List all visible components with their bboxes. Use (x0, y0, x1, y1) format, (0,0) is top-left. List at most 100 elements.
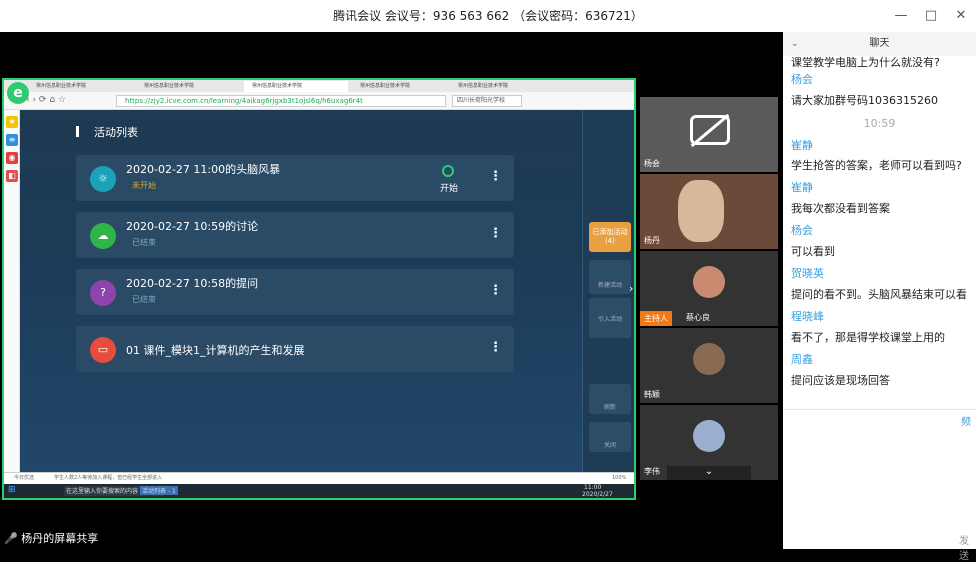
participant-face (678, 180, 724, 242)
status-badge: 已结束 (128, 236, 160, 250)
participant-name: 杨会 (644, 159, 660, 168)
activity-item[interactable]: ☼ 2020-02-27 11:00的头脑风暴 未开始 开始 ⋮ (76, 155, 514, 201)
browser-tab[interactable]: 常州信息职业技术学院 (352, 81, 446, 92)
activity-panel: 活动列表 ☼ 2020-02-27 11:00的头脑风暴 未开始 开始 ⋮ ☁ … (20, 110, 582, 472)
browser-tab[interactable]: 常州信息职业技术学院 (136, 81, 240, 92)
participant-tile[interactable]: 杨丹 (640, 174, 778, 249)
activity-item[interactable]: ? 2020-02-27 10:58的提问 已结束 ⋮ (76, 269, 514, 315)
participant-tile[interactable]: 李伟 ⌄ (640, 405, 778, 480)
participant-tile[interactable]: 杨会 (640, 97, 778, 172)
chat-sender: 程晓峰 (791, 310, 824, 323)
host-badge: 主持人 (640, 311, 672, 326)
avatar (693, 266, 725, 298)
activity-side-panel: 已添加活动 (4) 新建活动 引入活动 › 刷新 关闭 (582, 110, 634, 472)
taskbar-time: 11:00 (584, 484, 602, 491)
start-icon[interactable] (442, 165, 454, 177)
lightbulb-icon: ☼ (90, 166, 116, 192)
windows-taskbar: ⊞ 在这里输入你要搜索的内容 活动列表 - 1 11:00 2020/2/27 (4, 484, 634, 498)
status-badge: 未开始 (128, 179, 160, 193)
chat-message: 我每次都没看到答案 (791, 202, 890, 215)
participant-name: 蔡心良 (686, 313, 710, 322)
zoom-level[interactable]: 100% (612, 473, 626, 484)
browser-sidebar: ★ ≡ ◉ ◧ (4, 110, 20, 472)
avatar (693, 420, 725, 452)
browser-addressbar: ‹ › ⟳ ⌂ ☆ https://zjy2.icve.com.cn/learn… (4, 92, 634, 110)
more-icon[interactable]: ⋮ (489, 169, 502, 184)
import-activity-button[interactable]: 引入活动 (589, 298, 631, 338)
browser-tab[interactable]: 常州信息职业技术学院 (450, 81, 544, 92)
shared-screen: 常州信息职业技术学院 常州信息职业技术学院 常州信息职业技术学院 常州信息职业技… (2, 78, 636, 500)
screen-share-label: 🎤 杨丹的屏幕共享 (4, 530, 98, 546)
start-button[interactable]: 开始 (440, 181, 458, 194)
question-icon: ? (90, 280, 116, 306)
chat-side-link[interactable]: 频 (961, 413, 971, 428)
app-icon[interactable]: ◧ (6, 170, 18, 182)
close-button[interactable]: ✕ (946, 0, 976, 32)
more-icon[interactable]: ⋮ (489, 340, 502, 355)
url-input[interactable]: https://zjy2.icve.com.cn/learning/4aikag… (116, 95, 446, 107)
added-count: (4) (605, 237, 615, 245)
maximize-button[interactable]: □ (916, 0, 946, 32)
chat-message: 学生抢答的答案，老师可以看到吗? (791, 159, 962, 172)
browser-logo-icon: e (7, 82, 29, 104)
microphone-icon: 🎤 (4, 532, 18, 545)
participant-name: 李伟 (644, 467, 660, 476)
weibo-icon[interactable]: ◉ (6, 152, 18, 164)
added-activities-button[interactable]: 已添加活动 (4) (589, 222, 631, 252)
nav-buttons-icon[interactable]: ‹ › ⟳ ⌂ ☆ (26, 95, 66, 105)
taskbar-app-button[interactable]: 活动列表 - 1 (140, 486, 178, 495)
more-icon[interactable]: ⋮ (489, 226, 502, 241)
activity-item[interactable]: ☁ 2020-02-27 10:59的讨论 已结束 ⋮ (76, 212, 514, 258)
close-panel-button[interactable]: 关闭 (589, 422, 631, 452)
browser-search-input[interactable]: 四川长荷阳光学校 (452, 95, 522, 107)
activity-title: 01 课件_模块1_计算机的产生和发展 (126, 344, 305, 357)
chat-sender: 崔静 (791, 139, 813, 152)
chevron-right-icon[interactable]: › (629, 282, 633, 295)
meeting-title: 腾讯会议 会议号：936 563 662 （会议密码：636721） (333, 9, 643, 23)
activity-item[interactable]: ▭ 01 课件_模块1_计算机的产生和发展 ⋮ (76, 326, 514, 372)
windows-start-icon[interactable]: ⊞ (8, 485, 16, 495)
folder-icon: ▭ (90, 337, 116, 363)
activity-list-heading: 活动列表 (94, 126, 138, 139)
activity-title: 2020-02-27 10:59的讨论 (126, 220, 259, 233)
browser-tabbar: 常州信息职业技术学院 常州信息职业技术学院 常州信息职业技术学院 常州信息职业技… (4, 80, 634, 92)
avatar (693, 343, 725, 375)
taskbar-date: 2020/2/27 (582, 491, 613, 498)
chat-message: 请大家加群号码1036315260 (791, 94, 938, 107)
chevron-down-icon[interactable]: ⌄ (667, 466, 751, 480)
participant-tile[interactable]: 主持人 蔡心良 (640, 251, 778, 326)
status-left: 今日优选 (14, 475, 35, 481)
participant-name: 杨丹 (644, 236, 660, 245)
meeting-titlebar: 腾讯会议 会议号：936 563 662 （会议密码：636721） — □ ✕ (0, 0, 976, 32)
chat-message: 可以看到 (791, 245, 835, 258)
list-icon[interactable]: ≡ (6, 134, 18, 146)
chat-sender: 崔静 (791, 181, 813, 194)
activity-title: 2020-02-27 11:00的头脑风暴 (126, 163, 281, 176)
chat-message: 提问的看不到。头脑风暴结束可以看 (791, 288, 967, 301)
heading-marker (76, 126, 79, 137)
participant-video-column: 杨会 杨丹 主持人 蔡心良 韩颖 李伟 ⌄ (640, 97, 778, 480)
more-icon[interactable]: ⋮ (489, 283, 502, 298)
send-button[interactable]: 发送 (959, 532, 976, 562)
share-owner-label: 杨丹的屏幕共享 (21, 532, 99, 545)
chat-message: 课堂教学电脑上为什么就没有? (791, 56, 940, 69)
chat-header: ⌄ 聊天 (783, 32, 976, 56)
activity-title: 2020-02-27 10:58的提问 (126, 277, 259, 290)
browser-tab[interactable]: 常州信息职业技术学院 (28, 81, 132, 92)
browser-tab-active[interactable]: 常州信息职业技术学院 (244, 81, 348, 92)
minimize-button[interactable]: — (886, 0, 916, 32)
status-mid: 学生人数2人等待加入课程，但已经学生全部进入 (54, 475, 163, 481)
chat-bubble-icon: ☁ (90, 223, 116, 249)
browser-statusbar: 今日优选 学生人数2人等待加入课程，但已经学生全部进入 100% (4, 472, 634, 484)
chat-timestamp: 10:59 (863, 117, 896, 130)
added-label: 已添加活动 (592, 228, 628, 236)
chat-title: 聊天 (869, 38, 890, 49)
participant-tile[interactable]: 韩颖 (640, 328, 778, 403)
new-activity-button[interactable]: 新建活动 (589, 260, 631, 294)
collapse-icon[interactable]: ⌄ (791, 32, 799, 56)
star-icon[interactable]: ★ (6, 116, 18, 128)
status-badge: 已结束 (128, 293, 160, 307)
refresh-button[interactable]: 刷新 (589, 384, 631, 414)
chat-input[interactable] (783, 410, 976, 549)
chat-sender: 杨会 (791, 224, 813, 237)
